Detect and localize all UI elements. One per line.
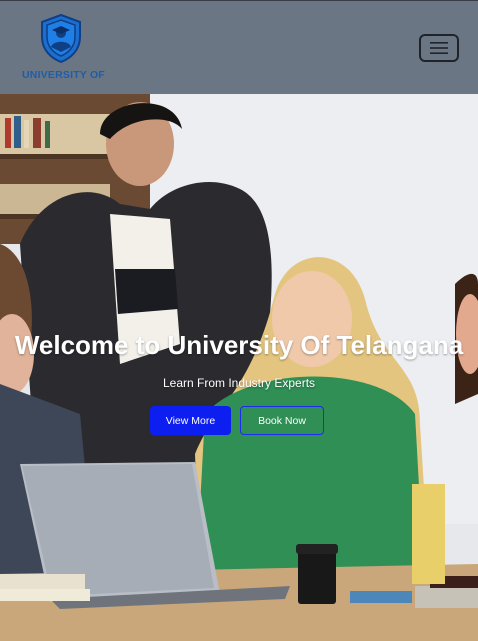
hero-background-photo	[0, 94, 478, 641]
hero-section: Welcome to University Of Telangana Learn…	[0, 94, 478, 641]
view-more-button[interactable]: View More	[150, 406, 231, 435]
hamburger-menu-icon	[430, 42, 448, 54]
site-header: UNIVERSITY OF	[0, 0, 478, 94]
logo-text: UNIVERSITY OF	[22, 69, 105, 81]
book-now-button[interactable]: Book Now	[240, 406, 324, 435]
shield-crest-icon	[41, 13, 81, 63]
hero-subtitle: Learn From Industry Experts	[162, 376, 316, 390]
university-logo[interactable]: UNIVERSITY OF	[22, 13, 105, 85]
hero-title: Welcome to University Of Telangana	[14, 330, 464, 360]
menu-toggle-button[interactable]	[419, 34, 459, 62]
